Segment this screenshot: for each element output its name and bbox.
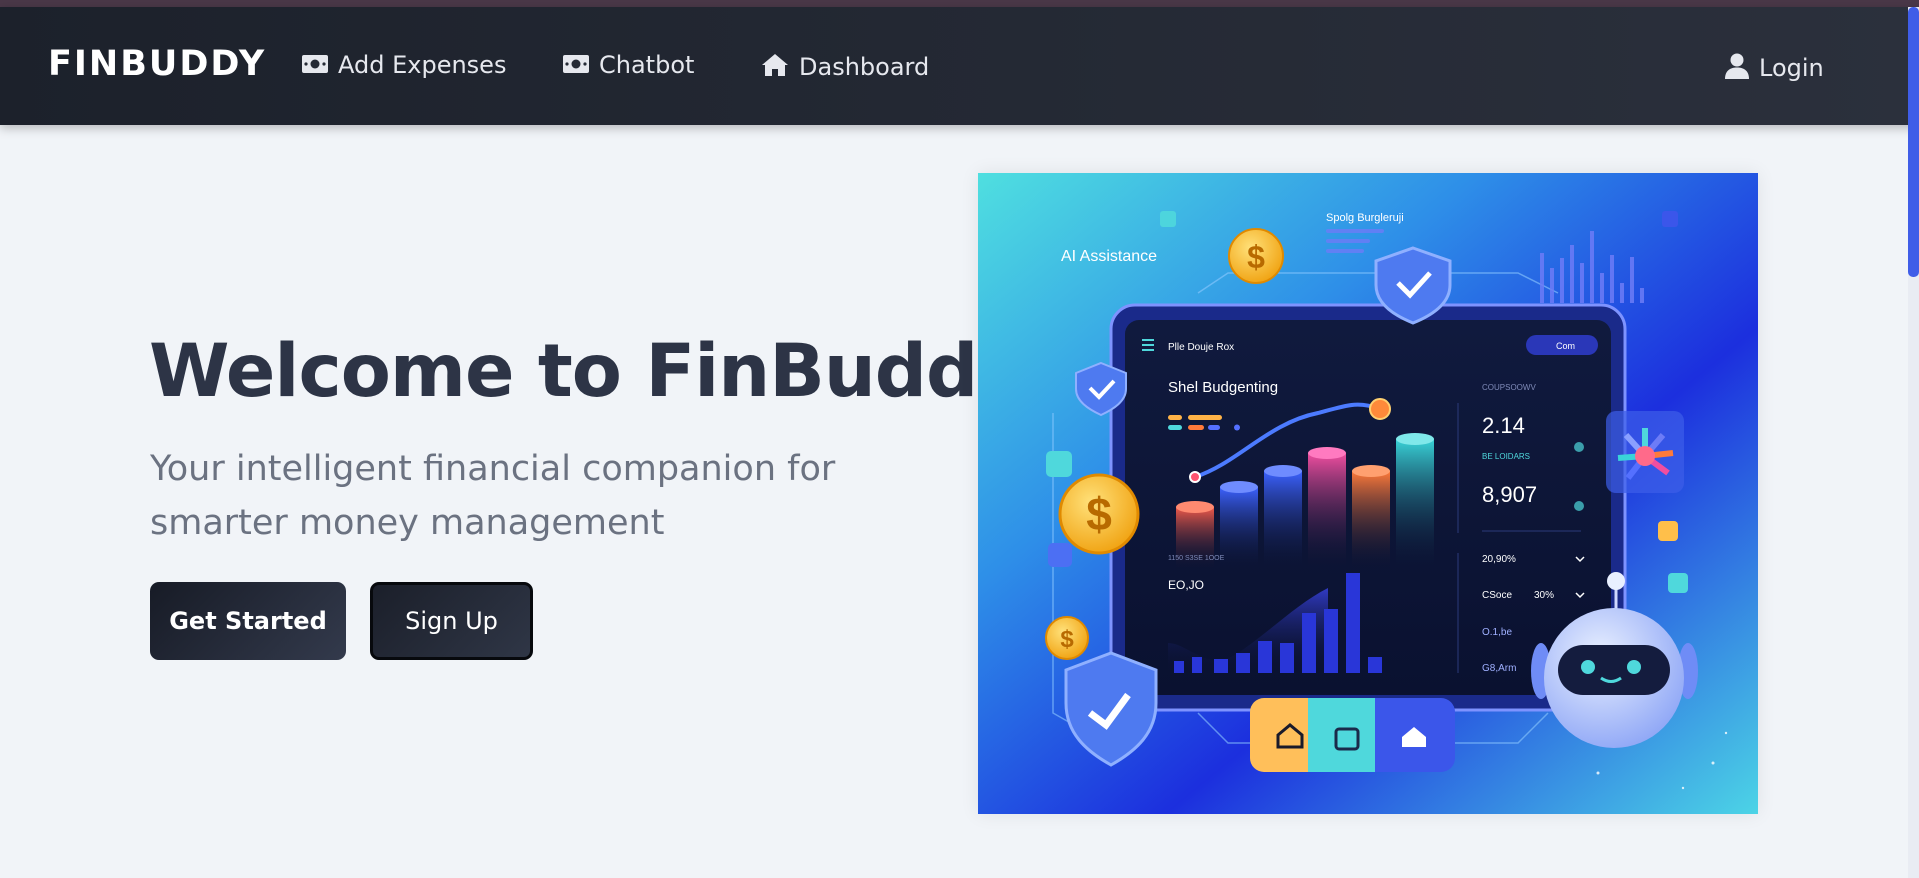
svg-text:G8,Arm: G8,Arm bbox=[1482, 663, 1516, 674]
svg-text:8,907: 8,907 bbox=[1482, 482, 1537, 507]
nav-chatbot[interactable]: Chatbot bbox=[563, 53, 694, 77]
nav-add-expenses[interactable]: Add Expenses bbox=[302, 53, 506, 77]
navbar: FINBUDDY Add Expenses Chatbot Dashboard … bbox=[0, 7, 1919, 125]
svg-text:O.1,be: O.1,be bbox=[1482, 627, 1512, 638]
hero-title: Welcome to FinBuddy bbox=[149, 329, 1025, 414]
svg-text:2.14: 2.14 bbox=[1482, 413, 1525, 438]
svg-text:BE LOIDARS: BE LOIDARS bbox=[1482, 452, 1530, 461]
nav-chatbot-label: Chatbot bbox=[599, 51, 695, 79]
get-started-button[interactable]: Get Started bbox=[150, 582, 346, 660]
svg-text:$: $ bbox=[1247, 239, 1265, 275]
svg-text:1150 S3SE 1OOE: 1150 S3SE 1OOE bbox=[1168, 555, 1225, 562]
svg-text:Shel Budgenting: Shel Budgenting bbox=[1168, 379, 1278, 396]
money-bill-icon bbox=[563, 53, 589, 77]
nav-add-expenses-label: Add Expenses bbox=[338, 51, 507, 79]
user-icon bbox=[1725, 53, 1749, 83]
svg-text:EO,JO: EO,JO bbox=[1168, 578, 1204, 592]
svg-text:20,90%: 20,90% bbox=[1482, 554, 1516, 565]
svg-text:COUPSOOWV: COUPSOOWV bbox=[1482, 383, 1536, 392]
svg-text:30%: 30% bbox=[1534, 590, 1554, 601]
brand-logo[interactable]: FINBUDDY bbox=[48, 47, 266, 82]
svg-text:CSoce: CSoce bbox=[1482, 590, 1512, 601]
nav-dashboard[interactable]: Dashboard bbox=[761, 53, 929, 81]
scrollbar-thumb[interactable] bbox=[1908, 7, 1919, 277]
browser-top-strip bbox=[0, 0, 1919, 7]
hero-subtitle: Your intelligent financial companion for… bbox=[150, 449, 836, 543]
nav-dashboard-label: Dashboard bbox=[799, 53, 930, 81]
svg-text:Plle Douje Rox: Plle Douje Rox bbox=[1168, 342, 1234, 353]
nav-login-label: Login bbox=[1759, 54, 1824, 82]
home-icon bbox=[761, 53, 789, 81]
svg-text:AI Assistance: AI Assistance bbox=[1061, 248, 1157, 265]
hero-illustration: AI Assistance Spolg Burgleruji Plle Douj… bbox=[978, 173, 1758, 814]
nav-login[interactable]: Login bbox=[1725, 53, 1824, 83]
svg-text:Spolg Burgleruji: Spolg Burgleruji bbox=[1326, 212, 1404, 224]
svg-text:$: $ bbox=[1086, 488, 1112, 540]
svg-text:$: $ bbox=[1060, 626, 1074, 653]
svg-text:Com: Com bbox=[1556, 341, 1575, 351]
sign-up-button[interactable]: Sign Up bbox=[370, 582, 533, 660]
money-bill-icon bbox=[302, 53, 328, 77]
